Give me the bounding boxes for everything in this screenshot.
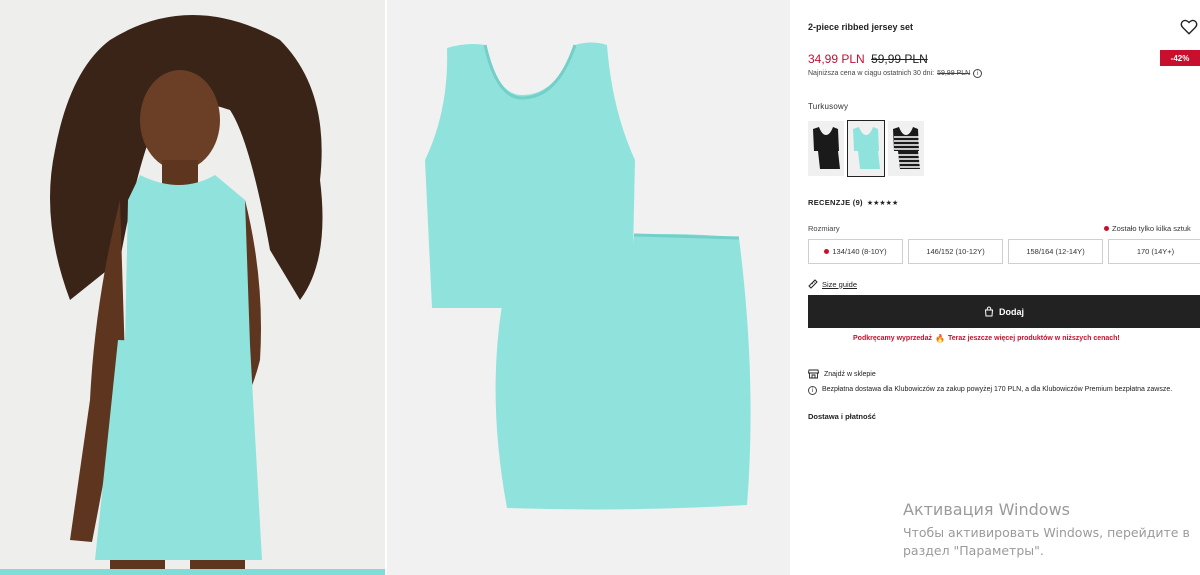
find-in-store-link[interactable]: Znajdź w sklepie [808, 369, 876, 379]
stock-note: Zostało tylko kilka sztuk [1104, 224, 1191, 233]
swatch-black-image [813, 127, 840, 169]
swatch-turquoise-image [853, 127, 880, 169]
size-selector: 134/140 (8-10Y) 146/152 (10-12Y) 158/164… [808, 239, 1200, 264]
size-option[interactable]: 134/140 (8-10Y) [808, 239, 903, 264]
stock-note-text: Zostało tylko kilka sztuk [1112, 224, 1191, 233]
add-to-bag-button[interactable]: Dodaj [808, 295, 1200, 328]
lowest-price-info: Najniższa cena w ciągu ostatnich 30 dni:… [808, 69, 983, 78]
promo-text-2: Teraz jeszcze więcej produktów w niższyc… [947, 335, 1120, 342]
product-title: 2-piece ribbed jersey set [808, 22, 914, 32]
swatch-black[interactable] [808, 121, 844, 176]
lowest-price-text: Najniższa cena w ciągu ostatnich 30 dni: [808, 70, 935, 77]
low-stock-dot [1104, 226, 1109, 231]
flatlay-illustration [387, 0, 790, 575]
bag-icon [984, 306, 994, 317]
gallery-strip [0, 569, 385, 575]
info-icon: i [808, 386, 817, 395]
swatch-striped-image [893, 127, 920, 169]
watermark-title: Активация Windows [903, 500, 1070, 519]
flame-icon: 🔥 [934, 334, 945, 343]
sizes-label: Rozmiary [808, 224, 840, 233]
store-label: Znajdź w sklepie [824, 370, 876, 378]
lowest-price-value: 59,99 PLN [937, 70, 971, 77]
store-icon [808, 369, 819, 379]
wishlist-button[interactable] [1180, 18, 1198, 36]
size-guide-link[interactable]: Size guide [808, 279, 857, 289]
heart-icon [1180, 19, 1198, 35]
rating-stars: ★★★★★ [866, 199, 899, 207]
delivery-payment-link[interactable]: Dostawa i płatność [808, 412, 876, 421]
info-icon[interactable]: i [973, 69, 983, 78]
watermark-line: Чтобы активировать Windows, перейдите в … [903, 524, 1190, 559]
size-option[interactable]: 170 (14Y+) [1108, 239, 1200, 264]
ruler-icon [808, 279, 818, 289]
size-label: 158/164 (12-14Y) [1026, 247, 1085, 256]
size-option[interactable]: 146/152 (10-12Y) [908, 239, 1003, 264]
windows-activation-watermark: Активация Windows Чтобы активировать Win… [903, 500, 1190, 559]
size-option[interactable]: 158/164 (12-14Y) [1008, 239, 1103, 264]
watermark-line-1: Чтобы активировать Windows, перейдите в [903, 525, 1190, 540]
add-button-label: Dodaj [998, 306, 1024, 317]
model-illustration [0, 0, 385, 575]
price-current: 34,99 PLN [808, 52, 865, 66]
color-swatches [808, 120, 924, 177]
delivery-info: i Bezpłatna dostawa dla Klubowiczów za z… [808, 385, 1200, 395]
product-gallery [0, 0, 790, 575]
model-photo[interactable] [0, 0, 385, 575]
promo-banner: Podkręcamy wyprzedaż 🔥 Teraz jeszcze wię… [853, 334, 1120, 343]
size-label: 134/140 (8-10Y) [832, 247, 887, 256]
size-guide-label: Size guide [822, 279, 858, 289]
size-label: 146/152 (10-12Y) [926, 247, 985, 256]
price-row: 34,99 PLN 59,99 PLN [808, 52, 928, 66]
size-label: 170 (14Y+) [1136, 247, 1175, 256]
delivery-text: Bezpłatna dostawa dla Klubowiczów za zak… [822, 386, 1173, 393]
price-old: 59,99 PLN [871, 52, 928, 66]
swatch-turquoise[interactable] [847, 120, 885, 177]
low-stock-dot [824, 249, 830, 254]
reviews-label: RECENZJE (9) [808, 198, 863, 207]
color-name: Turkusowy [808, 102, 849, 111]
promo-text-1: Podkręcamy wyprzedaż [853, 335, 932, 342]
flatlay-photo[interactable] [387, 0, 790, 575]
watermark-line-2: раздел "Параметры". [903, 542, 1044, 558]
swatch-striped[interactable] [888, 121, 924, 176]
product-details: 2-piece ribbed jersey set 34,99 PLN 59,9… [808, 0, 1200, 575]
reviews-link[interactable]: RECENZJE (9) ★★★★★ [808, 198, 898, 207]
discount-badge: -42% [1160, 50, 1200, 66]
